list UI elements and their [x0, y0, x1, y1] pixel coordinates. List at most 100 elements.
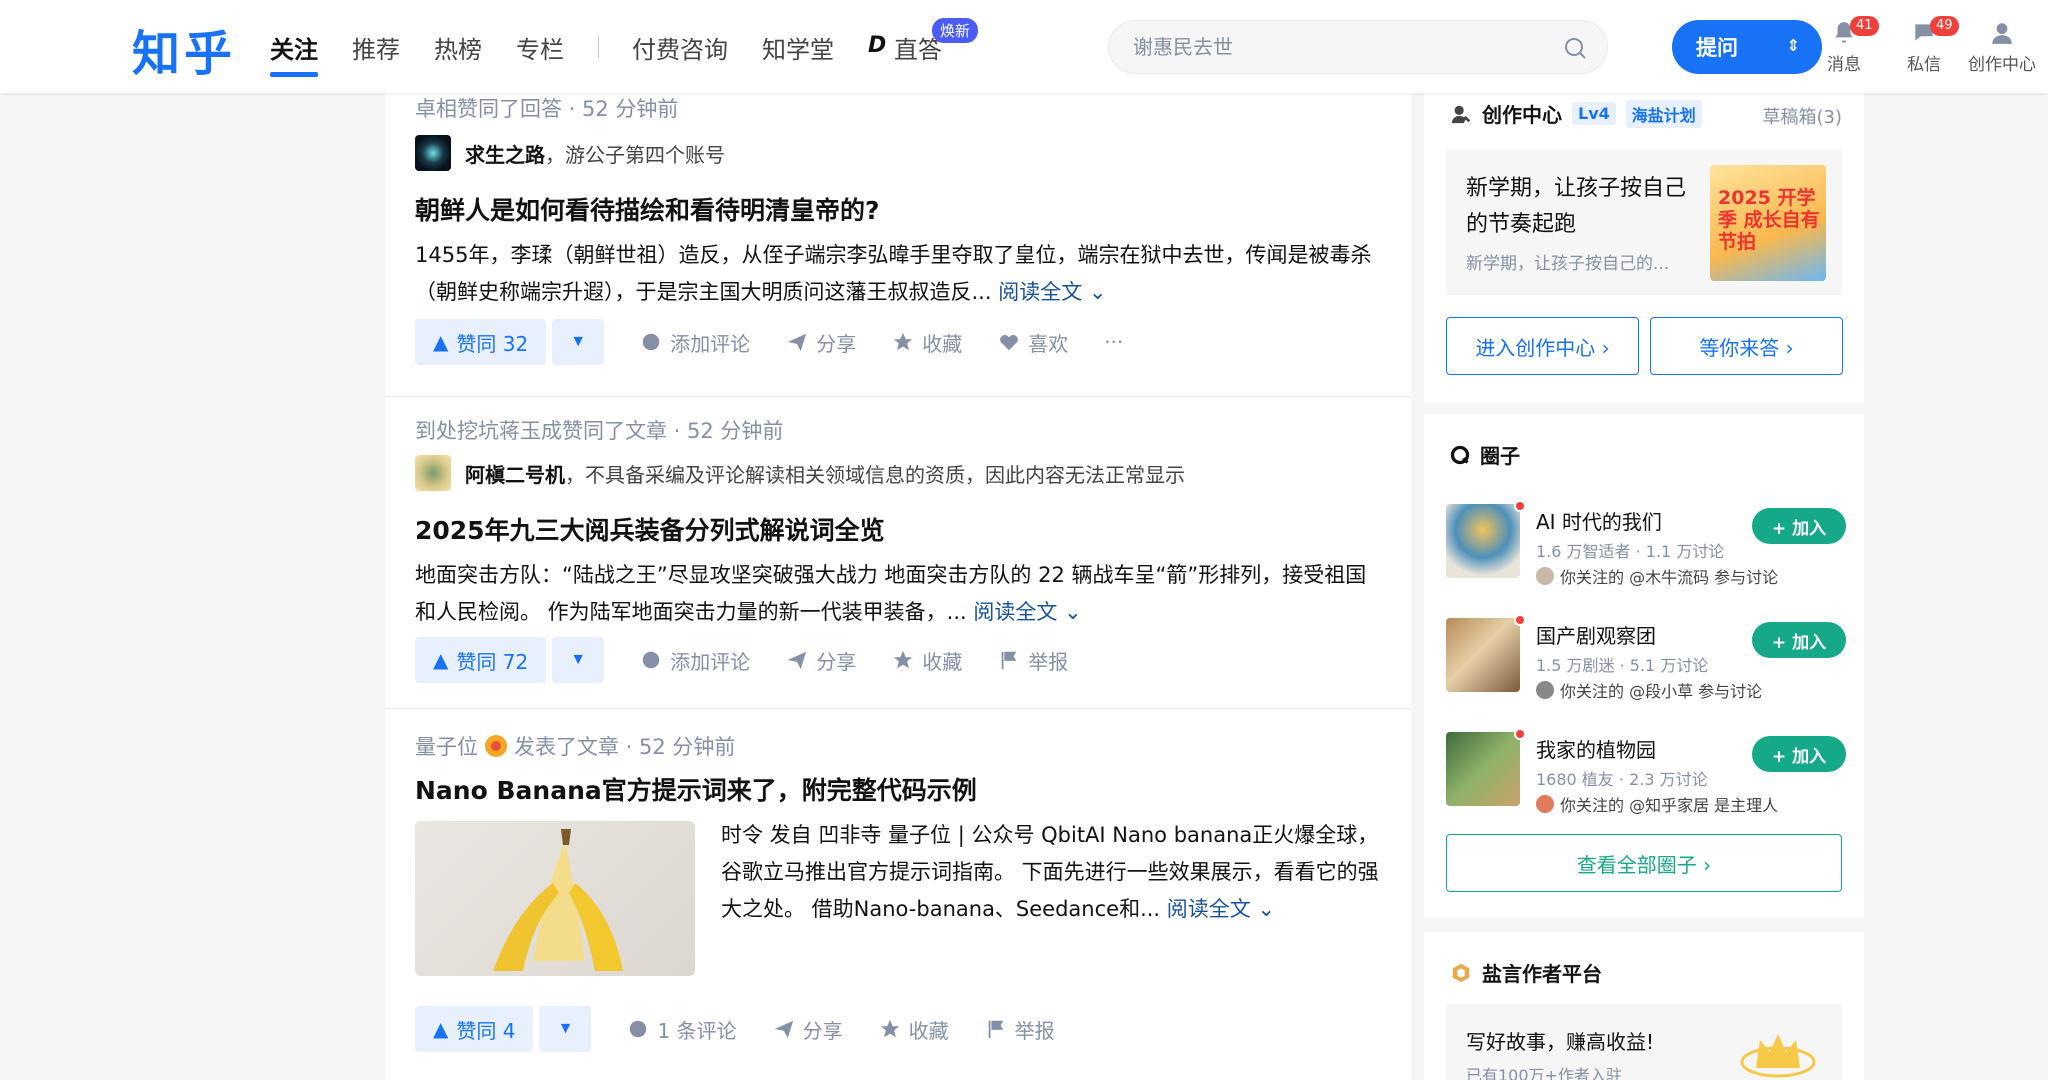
author-row: 求生之路 ，游公子第四个账号: [415, 135, 725, 171]
tab-column[interactable]: 专栏: [516, 30, 564, 65]
writer-promo[interactable]: 写好故事，赚高收益! 已有100万+作者入驻: [1446, 1004, 1842, 1080]
circles-title: 圈子: [1480, 444, 1520, 468]
post-excerpt[interactable]: 1455年，李瑈（朝鲜世祖）造反，从侄子端宗李弘暐手里夺取了皇位，端宗在狱中去世…: [415, 237, 1385, 311]
tiny-avatar: [1536, 681, 1554, 699]
post-title[interactable]: 2025年九三大阅兵装备分列式解说词全览: [415, 511, 885, 547]
author-name[interactable]: 求生之路: [465, 139, 545, 168]
triangle-up-icon: ▲: [433, 648, 449, 672]
promo-banner[interactable]: 新学期，让孩子按自己的节奏起跑 新学期，让孩子按自己的... 2025 开学季 …: [1446, 149, 1842, 295]
triangle-down-icon: ▼: [570, 651, 587, 668]
share-button[interactable]: 分享: [773, 1015, 843, 1044]
feed-card: 量子位 发表了文章 · 52 分钟前 Nano Banana官方提示词来了，附完…: [385, 709, 1411, 1080]
avatar[interactable]: [415, 135, 451, 171]
banana-cover-image[interactable]: [415, 821, 695, 976]
writer-platform-title[interactable]: 盐言作者平台: [1482, 958, 1602, 987]
triangle-up-icon: ▲: [433, 330, 449, 354]
circle-name[interactable]: 国产剧观察团: [1536, 620, 1656, 649]
writer-promo-text: 写好故事，赚高收益!: [1466, 1030, 1655, 1054]
share-button[interactable]: 分享: [786, 646, 856, 675]
writer-platform-card: 盐言作者平台 写好故事，赚高收益! 已有100万+作者入驻: [1424, 932, 1864, 1080]
downvote-button[interactable]: ▼: [552, 319, 605, 365]
tab-recommend[interactable]: 推荐: [352, 30, 400, 65]
verified-badge-icon: [485, 735, 507, 757]
waiting-for-answer-button[interactable]: 等你来答 ›: [1650, 317, 1843, 375]
messages-label: 消息: [1827, 55, 1861, 75]
creator-center-title[interactable]: 创作中心: [1482, 99, 1562, 128]
creator-center-button[interactable]: 创作中心: [1962, 20, 2042, 75]
meta-rest: 发表了文章 · 52 分钟前: [514, 735, 736, 759]
favorite-button[interactable]: 收藏: [892, 328, 962, 357]
comment-label: 1 条评论: [657, 1018, 737, 1043]
promo-image: 2025 开学季 成长自有节拍: [1710, 165, 1826, 281]
messages-button[interactable]: 41 消息: [1804, 16, 1884, 75]
meta-author[interactable]: 量子位: [415, 731, 478, 761]
circle-item[interactable]: 国产剧观察团 1.5 万剧迷 · 5.1 万讨论 你关注的 @段小草 参与讨论 …: [1446, 614, 1846, 701]
share-button[interactable]: 分享: [786, 328, 856, 357]
post-title[interactable]: 朝鲜人是如何看待描绘和看待明清皇帝的?: [415, 191, 880, 227]
circle-stats: 1680 植友 · 2.3 万讨论: [1536, 770, 1708, 789]
tab-paid-consult[interactable]: 付费咨询: [632, 30, 728, 65]
tab-following[interactable]: 关注: [270, 30, 318, 65]
post-excerpt[interactable]: 时令 发自 凹非寺 量子位 | 公众号 QbitAI Nano banana正火…: [721, 817, 1381, 928]
writer-platform-header: 盐言作者平台: [1450, 958, 1602, 987]
read-more-link[interactable]: 阅读全文 ⌄: [973, 600, 1081, 624]
enter-creator-center-button[interactable]: 进入创作中心 ›: [1446, 317, 1639, 375]
like-button[interactable]: 喜欢: [998, 328, 1068, 357]
favorite-button[interactable]: 收藏: [892, 646, 962, 675]
comment-button[interactable]: 1 条评论: [627, 1015, 737, 1044]
search-input[interactable]: [1133, 21, 1533, 73]
feed-card: 到处挖坑蒋玉成赞同了文章 · 52 分钟前 阿槇二号机 ，不具备采编及评论解读相…: [385, 397, 1411, 709]
report-button[interactable]: 举报: [998, 646, 1068, 675]
share-label: 分享: [816, 649, 857, 674]
ask-question-button[interactable]: 提问 ⇕: [1672, 20, 1822, 74]
drafts-link[interactable]: 草稿箱(3): [1763, 103, 1843, 129]
read-more-link[interactable]: 阅读全文 ⌄: [1167, 897, 1275, 921]
search-icon[interactable]: [1563, 36, 1587, 60]
circle-stats: 1.5 万剧迷 · 5.1 万讨论: [1536, 656, 1709, 675]
circle-item[interactable]: 我家的植物园 1680 植友 · 2.3 万讨论 你关注的 @知乎家居 是主理人…: [1446, 728, 1846, 815]
read-more-label: 阅读全文: [973, 600, 1058, 624]
chevron-updown-icon: ⇕: [1786, 36, 1800, 55]
post-excerpt[interactable]: 地面突击方队：“陆战之王”尽显攻坚突破强大战力 地面突击方队的 22 辆战车呈“…: [415, 557, 1385, 631]
upvote-button[interactable]: ▲ 赞同 32: [415, 319, 547, 365]
share-label: 分享: [802, 1018, 843, 1043]
join-circle-button[interactable]: + 加入: [1752, 508, 1846, 544]
tab-hot[interactable]: 热榜: [434, 30, 482, 65]
comment-button[interactable]: 添加评论: [640, 646, 750, 675]
report-button[interactable]: 举报: [985, 1015, 1055, 1044]
more-button[interactable]: ···: [1104, 330, 1123, 354]
tiny-avatar: [1536, 795, 1554, 813]
downvote-button[interactable]: ▼: [552, 637, 605, 683]
circle-name[interactable]: 我家的植物园: [1536, 734, 1656, 763]
share-label: 分享: [816, 331, 857, 356]
view-all-circles-button[interactable]: 查看全部圈子 ›: [1446, 834, 1842, 892]
join-circle-button[interactable]: + 加入: [1752, 736, 1846, 772]
zhihu-logo[interactable]: 知乎: [132, 14, 236, 84]
report-label: 举报: [1014, 1018, 1055, 1043]
chevron-down-icon: ⌄: [1064, 600, 1082, 624]
private-message-button[interactable]: 49 私信: [1884, 16, 1964, 75]
post-title[interactable]: Nano Banana官方提示词来了，附完整代码示例: [415, 771, 977, 807]
upvote-button[interactable]: ▲ 赞同 72: [415, 637, 547, 683]
comment-icon: [642, 651, 660, 669]
action-bar: ▲ 赞同 32 ▼ 添加评论 分享 收藏 喜欢 ···: [415, 319, 1123, 365]
comment-button[interactable]: 添加评论: [640, 328, 750, 357]
flag-icon: [1001, 651, 1017, 670]
tab-zhixuetang[interactable]: 知学堂: [762, 30, 834, 65]
upvote-button[interactable]: ▲ 赞同 4: [415, 1006, 534, 1052]
read-more-label: 阅读全文: [998, 280, 1083, 304]
circle-item[interactable]: AI 时代的我们 1.6 万智适者 · 1.1 万讨论 你关注的 @木牛流码 参…: [1446, 500, 1846, 587]
private-message-label: 私信: [1907, 55, 1941, 75]
read-more-link[interactable]: 阅读全文 ⌄: [998, 280, 1106, 304]
author-desc: ，游公子第四个账号: [545, 142, 725, 167]
avatar[interactable]: [415, 455, 451, 491]
author-name[interactable]: 阿槇二号机: [465, 459, 565, 488]
favorite-button[interactable]: 收藏: [879, 1015, 949, 1044]
ask-label: 提问: [1696, 36, 1738, 60]
join-circle-button[interactable]: + 加入: [1752, 622, 1846, 658]
activity-meta: 到处挖坑蒋玉成赞同了文章 · 52 分钟前: [415, 419, 784, 443]
star-icon: [880, 1019, 899, 1038]
downvote-button[interactable]: ▼: [539, 1006, 592, 1052]
plan-badge[interactable]: 海盐计划: [1625, 99, 1702, 128]
circle-name[interactable]: AI 时代的我们: [1536, 506, 1662, 535]
